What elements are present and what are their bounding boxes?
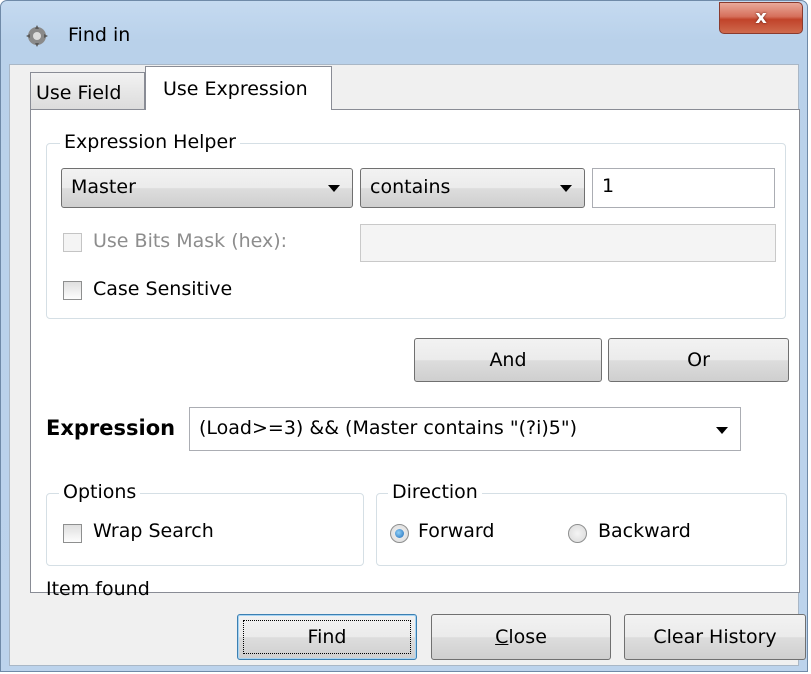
tab-use-field[interactable]: Use Field [30, 72, 145, 109]
chevron-down-icon[interactable] [716, 427, 728, 434]
operator-select-value: contains [370, 176, 451, 198]
chevron-down-icon [328, 185, 340, 192]
expression-combobox[interactable]: (Load>=3) && (Master contains "(?i)5") [189, 407, 741, 451]
backward-radio[interactable] [568, 524, 587, 543]
close-label-rest: lose [508, 626, 547, 648]
forward-label: Forward [418, 520, 495, 542]
forward-radio[interactable] [390, 524, 409, 543]
wrap-search-checkbox[interactable] [63, 524, 82, 543]
value-input[interactable]: 1 [592, 168, 775, 208]
close-mnemonic: C [495, 626, 509, 648]
close-button[interactable]: Close [431, 614, 611, 660]
app-icon [25, 24, 49, 48]
direction-label: Direction [388, 481, 482, 503]
clear-history-button[interactable]: Clear History [624, 614, 806, 660]
bits-mask-checkbox[interactable] [63, 233, 82, 252]
and-button[interactable]: And [414, 338, 602, 382]
field-select-value: Master [71, 176, 136, 198]
wrap-search-label: Wrap Search [93, 520, 214, 542]
expression-label: Expression [46, 416, 176, 440]
options-label: Options [59, 481, 141, 503]
status-text: Item found [46, 578, 150, 600]
bits-mask-input[interactable] [360, 224, 776, 262]
find-focus-rect [243, 620, 411, 654]
case-sensitive-label: Case Sensitive [93, 278, 233, 300]
case-sensitive-checkbox[interactable] [63, 281, 82, 300]
operator-select[interactable]: contains [360, 168, 585, 208]
expression-value: (Load>=3) && (Master contains "(?i)5") [199, 417, 578, 439]
or-button[interactable]: Or [608, 338, 789, 382]
expression-helper-label: Expression Helper [60, 131, 240, 153]
bits-mask-label: Use Bits Mask (hex): [93, 230, 288, 252]
window-title: Find in [68, 24, 131, 46]
chevron-down-icon [560, 185, 572, 192]
close-window-button[interactable]: x [719, 2, 803, 34]
tab-use-expression[interactable]: Use Expression [145, 66, 332, 110]
backward-label: Backward [598, 520, 691, 542]
radio-selected-dot [395, 529, 404, 538]
field-select[interactable]: Master [61, 168, 353, 208]
